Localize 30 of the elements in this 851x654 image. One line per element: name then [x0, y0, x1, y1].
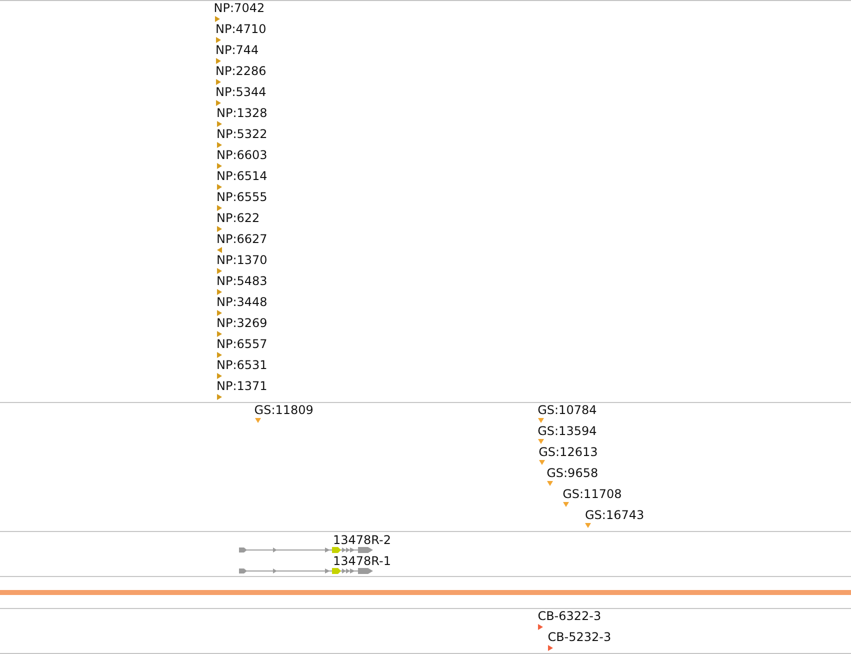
transcript-label: 13478R-2 [333, 533, 391, 547]
feature-label: NP:2286 [216, 64, 266, 78]
feature-label: NP:4710 [216, 22, 266, 36]
feature-label: NP:6555 [216, 190, 268, 204]
feature-label: CB-6322-3 [538, 609, 602, 623]
feature-label: GS:13594 [538, 424, 597, 438]
feature-label: NP:6514 [216, 169, 268, 183]
feature-label: GS:16743 [585, 508, 644, 522]
feature-label: NP:3448 [216, 295, 268, 309]
feature-label: GS:12613 [538, 445, 598, 459]
feature-label: NP:1328 [216, 106, 268, 120]
feature-label: NP:3269 [216, 316, 268, 330]
feature-label: NP:5483 [216, 274, 268, 288]
feature-label: NP:1371 [216, 379, 268, 393]
feature-label: GS:9658 [546, 466, 598, 480]
feature-label: NP:6557 [216, 337, 268, 351]
feature-label: NP:6531 [216, 358, 268, 372]
feature-label: GS:10784 [538, 403, 597, 417]
feature-label: NP:622 [216, 211, 260, 225]
feature-label: CB-5232-3 [548, 630, 612, 644]
feature-label: NP:744 [216, 43, 259, 57]
transcript-label: 13478R-1 [333, 554, 391, 568]
feature-label: GS:11809 [254, 403, 314, 417]
feature-label: NP:7042 [214, 1, 265, 15]
feature-label: NP:6603 [216, 148, 268, 162]
feature-label: NP:5344 [216, 85, 266, 99]
feature-label: GS:11708 [562, 487, 622, 501]
feature-label: NP:5322 [216, 127, 268, 141]
feature-label: NP:1370 [216, 253, 268, 267]
feature-label: NP:6627 [216, 232, 268, 246]
